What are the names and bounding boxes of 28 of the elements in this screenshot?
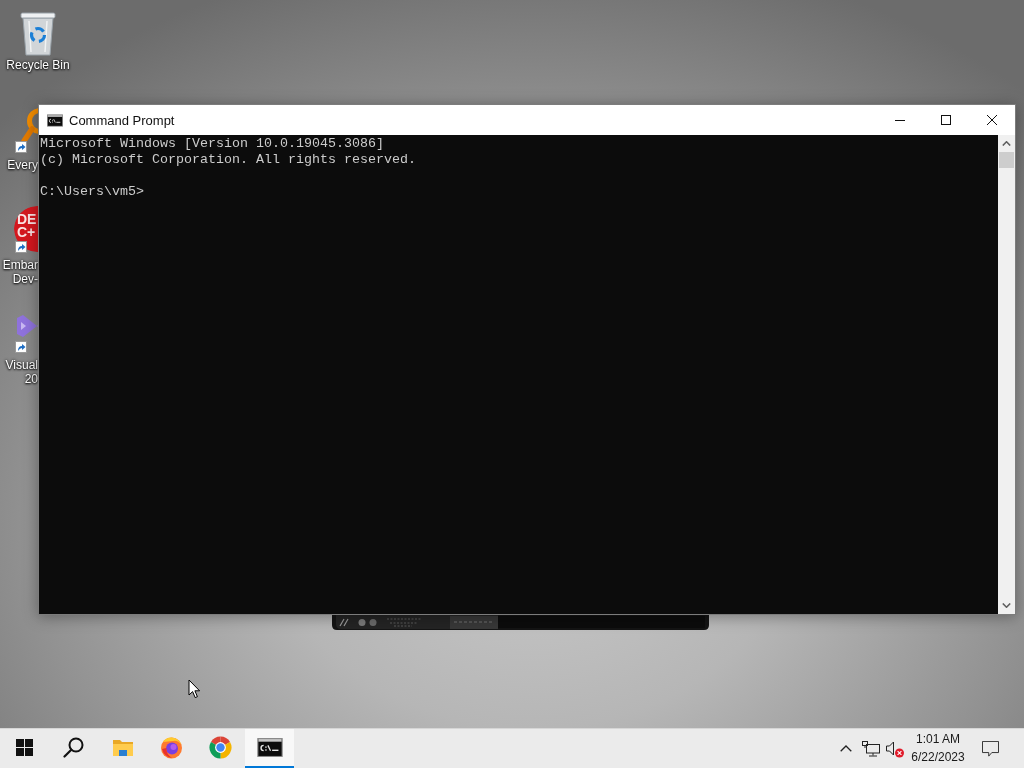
console-area[interactable]: Microsoft Windows [Version 10.0.19045.3086] (c) Microsoft Corporation. All rights reserved. C:\Users\vm5> — [39, 135, 998, 614]
taskbar-app-button[interactable] — [245, 729, 294, 768]
network-icon — [861, 740, 880, 757]
scrollbar[interactable] — [998, 135, 1015, 614]
terminal-icon — [47, 113, 63, 127]
console-line: (c) Microsoft Corporation. All rights reserved. — [40, 152, 416, 168]
command-prompt-line: C:\Users\vm5> — [40, 184, 144, 200]
terminal-icon — [256, 738, 283, 757]
chevron-up-icon — [1002, 141, 1011, 146]
minimize-icon — [895, 119, 905, 121]
close-icon — [987, 115, 997, 125]
browser-icon — [160, 736, 183, 759]
clock-date[interactable]: 6/22/2023 — [911, 751, 965, 764]
browser-icon — [209, 736, 232, 759]
scroll-thumb[interactable] — [999, 152, 1014, 168]
desktop-item[interactable]: Every — [0, 104, 38, 172]
folder-icon — [111, 738, 134, 757]
search-icon — [63, 737, 84, 758]
window-title: Command Prompt — [69, 112, 176, 128]
notification-icon — [981, 740, 999, 757]
maximize-icon — [941, 115, 951, 125]
clock-time[interactable]: 1:01 AM — [916, 733, 960, 746]
chevron-up-icon — [840, 745, 852, 752]
console-line: Microsoft Windows [Version 10.0.19045.3086] — [40, 136, 384, 152]
desktop-item[interactable]: Recycle Bin — [0, 4, 76, 72]
mouse-pointer-icon — [188, 679, 201, 699]
chevron-down-icon — [1002, 603, 1011, 608]
start-icon — [16, 739, 33, 756]
